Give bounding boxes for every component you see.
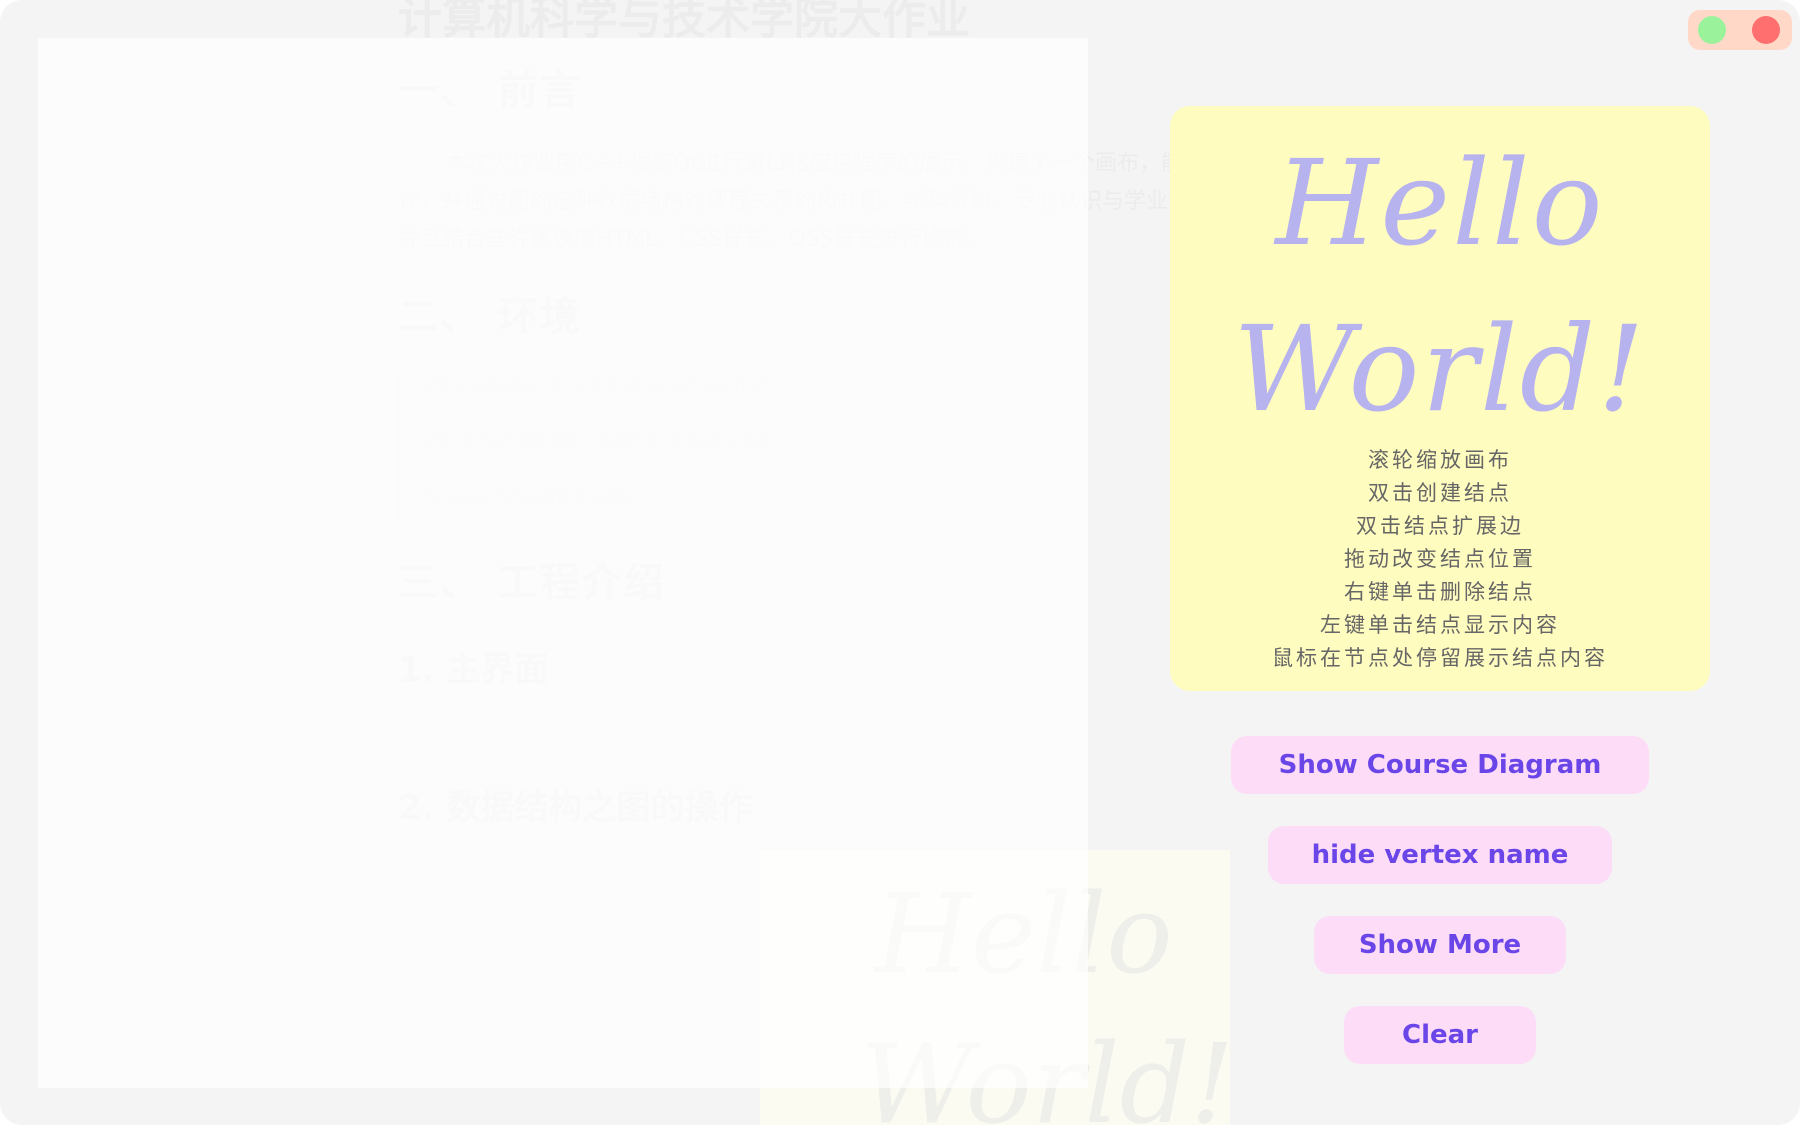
- tip-item: 右键单击删除结点: [1344, 580, 1536, 604]
- tip-item: 左键单击结点显示内容: [1320, 613, 1560, 637]
- help-note: Hello World! 滚轮缩放画布 双击创建结点 双击结点扩展边 拖动改变结…: [1170, 106, 1710, 691]
- world-text: World!: [1233, 300, 1647, 438]
- hello-text: Hello: [1275, 134, 1605, 272]
- hide-vertex-name-button[interactable]: hide vertex name: [1268, 826, 1612, 884]
- close-icon[interactable]: [1752, 16, 1780, 44]
- tips-list: 滚轮缩放画布 双击创建结点 双击结点扩展边 拖动改变结点位置 右键单击删除结点 …: [1170, 444, 1710, 675]
- graph-canvas[interactable]: [38, 38, 1088, 1088]
- minimize-icon[interactable]: [1698, 16, 1726, 44]
- clear-button[interactable]: Clear: [1344, 1006, 1536, 1064]
- tip-item: 双击结点扩展边: [1356, 514, 1524, 538]
- show-course-diagram-button[interactable]: Show Course Diagram: [1231, 736, 1649, 794]
- window-controls: [1688, 10, 1792, 50]
- tip-item: 拖动改变结点位置: [1344, 547, 1536, 571]
- show-more-button[interactable]: Show More: [1314, 916, 1566, 974]
- app-window: 计算机科学与技术学院大作业 一、 前言 本次大作业用C++框架Qt进行窗口化应用…: [0, 0, 1800, 1125]
- tip-item: 滚轮缩放画布: [1368, 448, 1512, 472]
- tip-item: 双击创建结点: [1368, 481, 1512, 505]
- tip-item: 鼠标在节点处停留展示结点内容: [1272, 646, 1608, 670]
